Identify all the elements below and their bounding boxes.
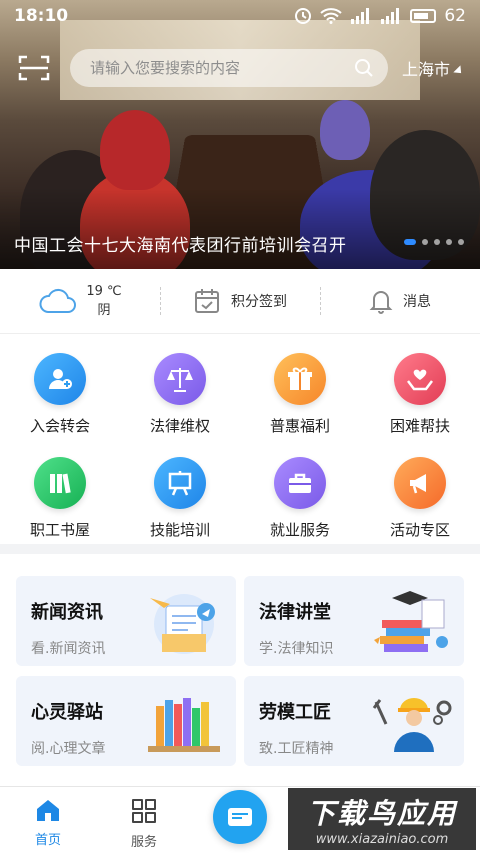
card-soul-station[interactable]: 心灵驿站 阅.心理文章 — [16, 676, 236, 766]
card-title: 新闻资讯 — [31, 598, 109, 624]
scan-icon — [18, 55, 50, 81]
heart-hands-icon — [394, 353, 446, 405]
grid-petal-icon — [132, 799, 156, 823]
service-label: 职工书屋 — [29, 521, 90, 539]
scan-button[interactable] — [14, 50, 54, 86]
battery-level: 62 — [444, 6, 466, 26]
center-action-button[interactable] — [213, 790, 267, 844]
carousel-dot[interactable] — [446, 239, 452, 245]
cloud-icon — [39, 288, 77, 313]
card-subtitle: 学.法律知识 — [259, 641, 334, 657]
home-icon — [37, 800, 59, 821]
card-subtitle: 致.工匠精神 — [259, 741, 334, 757]
feature-cards: 新闻资讯 看.新闻资讯 法律讲堂 学.法律知识 心灵驿站 阅.心理文章 劳模工匠… — [16, 576, 464, 766]
message-button[interactable]: 消息 — [320, 269, 480, 333]
service-label: 技能培训 — [149, 521, 210, 539]
service-welfare[interactable]: 普惠福利 — [240, 345, 360, 449]
watermark-sub: www.xiazainiao.com — [315, 831, 449, 847]
add-member-icon — [34, 353, 86, 405]
briefcase-icon — [274, 457, 326, 509]
bookshelf-icon — [148, 698, 220, 752]
service-hardship-aid[interactable]: 困难帮扶 — [360, 345, 480, 449]
megaphone-icon — [394, 457, 446, 509]
checkin-label: 积分签到 — [231, 294, 287, 310]
scales-icon — [154, 353, 206, 405]
service-activities[interactable]: 活动专区 — [360, 449, 480, 540]
section-divider — [0, 544, 480, 554]
search-input[interactable] — [90, 59, 354, 77]
search-bar[interactable] — [70, 49, 388, 87]
card-subtitle: 阅.心理文章 — [31, 741, 106, 757]
card-legal-lecture[interactable]: 法律讲堂 学.法律知识 — [244, 576, 464, 666]
signal-icon — [351, 8, 370, 24]
wifi-icon — [320, 8, 343, 24]
city-selector[interactable]: 上海市 — [402, 56, 465, 80]
card-icon — [228, 808, 252, 826]
gift-icon — [274, 353, 326, 405]
status-bar: 18:10 62 — [0, 0, 480, 32]
carousel-dot[interactable] — [458, 239, 464, 245]
service-label: 困难帮扶 — [389, 417, 450, 435]
watermark-main: 下载鸟应用 — [306, 796, 457, 830]
service-label: 普惠福利 — [269, 417, 330, 435]
watermark: 下载鸟应用 www.xiazainiao.com — [288, 788, 476, 850]
worker-icon — [372, 698, 452, 752]
search-icon[interactable] — [354, 58, 374, 78]
nav-home-label: 首页 — [34, 833, 61, 848]
bell-icon — [369, 291, 393, 314]
service-legal-rights[interactable]: 法律维权 — [120, 345, 240, 449]
alarm-icon — [295, 8, 312, 24]
service-grid: 入会转会 法律维权 普惠福利 困难帮扶 职工书屋 技能培训 就业服务 活动专区 — [0, 345, 480, 540]
checkin-button[interactable]: 积分签到 — [160, 269, 320, 333]
service-skills-training[interactable]: 技能培训 — [120, 449, 240, 540]
carousel-dot[interactable] — [434, 239, 440, 245]
temperature: 19 ℃ — [86, 284, 122, 299]
service-label: 入会转会 — [29, 417, 90, 435]
carousel-indicator — [404, 239, 464, 245]
service-library[interactable]: 职工书屋 — [0, 449, 120, 540]
signal-icon — [381, 8, 400, 24]
carousel-dot[interactable] — [404, 239, 416, 245]
city-label: 上海市 — [402, 60, 451, 79]
books-icon — [34, 457, 86, 509]
service-join-union[interactable]: 入会转会 — [0, 345, 120, 449]
weather-widget[interactable]: 19 ℃ 阴 — [0, 269, 160, 333]
card-title: 心灵驿站 — [31, 698, 109, 724]
service-label: 活动专区 — [389, 521, 450, 539]
banner-photo-person — [100, 110, 170, 190]
card-title: 法律讲堂 — [259, 598, 337, 624]
message-label: 消息 — [403, 294, 431, 310]
card-title: 劳模工匠 — [259, 698, 337, 724]
service-label: 就业服务 — [269, 521, 330, 539]
top-bar: 上海市 — [14, 48, 466, 88]
graduation-books-icon — [374, 591, 448, 652]
service-label: 法律维权 — [149, 417, 210, 435]
status-time: 18:10 — [14, 6, 69, 26]
banner-shade — [0, 189, 480, 269]
card-model-worker[interactable]: 劳模工匠 致.工匠精神 — [244, 676, 464, 766]
easel-icon — [154, 457, 206, 509]
carousel-dot[interactable] — [422, 239, 428, 245]
banner-carousel[interactable] — [0, 0, 480, 269]
nav-services[interactable]: 服务 — [96, 787, 192, 853]
banner-photo-person — [320, 100, 370, 160]
nav-services-label: 服务 — [130, 835, 157, 850]
calendar-check-icon — [195, 289, 219, 313]
weather-condition: 阴 — [97, 303, 111, 318]
nav-home[interactable]: 首页 — [0, 787, 96, 853]
battery-icon — [410, 9, 437, 23]
newspaper-icon — [150, 594, 215, 654]
caret-down-icon — [453, 65, 465, 77]
card-news[interactable]: 新闻资讯 看.新闻资讯 — [16, 576, 236, 666]
banner-caption: 中国工会十七大海南代表团行前培训会召开 — [14, 236, 347, 256]
service-employment[interactable]: 就业服务 — [240, 449, 360, 540]
info-strip: 19 ℃ 阴 积分签到 消息 — [0, 269, 480, 334]
card-subtitle: 看.新闻资讯 — [31, 641, 106, 657]
